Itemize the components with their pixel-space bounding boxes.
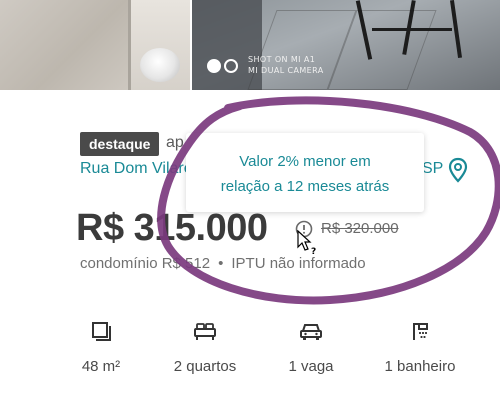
- watermark-line-2: MI DUAL CAMERA: [248, 66, 324, 75]
- photo-thumbnail-1[interactable]: [0, 0, 190, 90]
- address-state[interactable]: SP: [422, 160, 443, 178]
- feature-area: 48 m²: [78, 320, 124, 375]
- camera-watermark: SHOT ON MI A1 MI DUAL CAMERA: [248, 54, 324, 76]
- car-icon: [300, 324, 322, 340]
- previous-price: R$ 320.000: [321, 220, 399, 237]
- bed-icon: [194, 323, 216, 340]
- condo-fee: condomínio R$ 512: [80, 255, 211, 272]
- photo-gallery[interactable]: SHOT ON MI A1 MI DUAL CAMERA: [0, 0, 500, 90]
- tooltip-line-2: relação a 12 meses atrás: [220, 178, 390, 195]
- tooltip-line-1: Valor 2% menor em: [239, 153, 371, 170]
- gallery-pagination[interactable]: [207, 59, 238, 73]
- watermark-line-1: SHOT ON MI A1: [248, 55, 316, 64]
- fees-separator: •: [218, 255, 224, 272]
- gallery-dot-1[interactable]: [207, 59, 221, 73]
- help-cursor-icon: ?: [297, 230, 316, 256]
- shower-icon: [413, 323, 428, 340]
- robot-vacuum-shape: [140, 48, 180, 82]
- feature-parking-label: 1 vaga: [288, 358, 334, 375]
- chair-rail: [372, 28, 452, 31]
- feature-bathrooms-label: 1 banheiro: [384, 358, 456, 375]
- price-history-tooltip: Valor 2% menor em relação a 12 meses atr…: [186, 133, 424, 212]
- feature-bedrooms-label: 2 quartos: [173, 358, 237, 375]
- highlight-badge: destaque: [80, 132, 160, 156]
- area-icon: [92, 322, 111, 341]
- feature-area-label: 48 m²: [81, 358, 121, 375]
- features-row: 48 m² 2 quartos 1 vaga 1 banheiro: [0, 320, 500, 390]
- map-pin-icon[interactable]: [447, 157, 469, 183]
- iptu-info: IPTU não informado: [231, 255, 366, 272]
- property-type: ap: [166, 134, 184, 151]
- address-link[interactable]: Rua Dom Vilare: [80, 160, 193, 178]
- fees-line: condomínio R$ 512 • IPTU não informado: [80, 255, 366, 272]
- gallery-dot-2[interactable]: [224, 59, 238, 73]
- feature-parking: 1 vaga: [284, 320, 338, 375]
- feature-bedrooms: 2 quartos: [168, 320, 242, 375]
- photo-thumbnail-2[interactable]: SHOT ON MI A1 MI DUAL CAMERA: [192, 0, 500, 90]
- feature-bathrooms: 1 banheiro: [380, 320, 460, 375]
- sale-price: R$ 315.000: [76, 207, 268, 249]
